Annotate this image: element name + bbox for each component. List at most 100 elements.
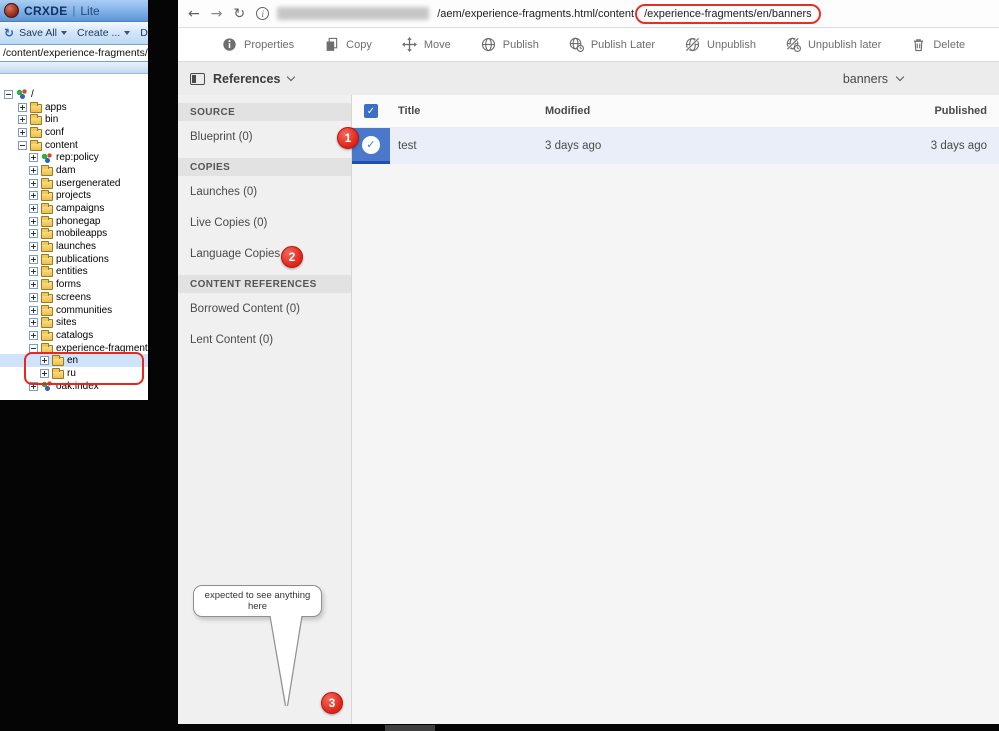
- tree-node-communities[interactable]: communities: [0, 304, 148, 317]
- copy-button[interactable]: Copy: [324, 37, 372, 52]
- expand-icon[interactable]: [18, 115, 27, 125]
- folder-icon: [41, 291, 53, 303]
- chevron-down-icon[interactable]: [287, 72, 296, 81]
- folder-icon: [41, 342, 53, 354]
- collapse-icon[interactable]: [4, 89, 13, 99]
- unpublish-later-button[interactable]: Unpublish later: [786, 37, 881, 52]
- cell-title: test: [398, 140, 417, 152]
- sidebar-item-blueprint[interactable]: Blueprint (0): [178, 121, 351, 152]
- collapse-icon[interactable]: [18, 140, 27, 150]
- tree-node-apps[interactable]: apps: [0, 101, 148, 114]
- address-bar[interactable]: i /aem/experience-fragments.html/content…: [256, 2, 989, 26]
- tree-node-bin[interactable]: bin: [0, 113, 148, 126]
- system-node-icon: [16, 89, 28, 100]
- expand-icon[interactable]: [29, 292, 38, 302]
- sidebar-item-borrowed-content[interactable]: Borrowed Content (0): [178, 293, 351, 324]
- expand-icon[interactable]: [29, 204, 38, 214]
- tree-node-label: conf: [45, 126, 64, 138]
- tree-node-content[interactable]: content: [0, 139, 148, 152]
- sidebar-item-language-copies[interactable]: Language Copies (0): [178, 238, 351, 269]
- cell-published: 3 days ago: [930, 140, 987, 152]
- folder-switcher-banners[interactable]: banners: [843, 62, 905, 95]
- table-row-test[interactable]: ✓ test 3 days ago 3 days ago: [352, 128, 999, 164]
- tree-node-label: /: [31, 88, 34, 100]
- tree-node-entities[interactable]: entities: [0, 266, 148, 279]
- expand-icon[interactable]: [40, 356, 49, 366]
- tree-node-mobileapps[interactable]: mobileapps: [0, 228, 148, 241]
- select-all-cell[interactable]: ✓: [352, 104, 390, 118]
- expand-icon[interactable]: [29, 267, 38, 277]
- expand-icon[interactable]: [29, 305, 38, 315]
- expand-icon[interactable]: [40, 368, 49, 378]
- tree-node-screens[interactable]: screens: [0, 291, 148, 304]
- expand-icon[interactable]: [29, 178, 38, 188]
- refresh-icon[interactable]: ↻: [4, 26, 14, 40]
- delete-button[interactable]: Delete: [911, 37, 965, 52]
- folder-icon: [30, 126, 42, 138]
- sidebar-item-live-copies[interactable]: Live Copies (0): [178, 207, 351, 238]
- tree-node-projects[interactable]: projects: [0, 190, 148, 203]
- reload-icon[interactable]: ↻: [233, 7, 245, 21]
- move-label: Move: [423, 38, 451, 51]
- trash-icon: [911, 37, 926, 52]
- globe-slash-icon: [685, 37, 700, 52]
- tree-node-conf[interactable]: conf: [0, 126, 148, 139]
- tree-node-campaigns[interactable]: campaigns: [0, 202, 148, 215]
- delete-label: Delete: [933, 38, 966, 51]
- save-all-button[interactable]: Save All: [19, 27, 68, 39]
- folder-icon: [41, 329, 53, 341]
- expand-icon[interactable]: [18, 102, 27, 112]
- tree-node-sites[interactable]: sites: [0, 316, 148, 329]
- delete-button[interactable]: Delete: [140, 27, 148, 39]
- tree-node-label: rep:policy: [56, 152, 99, 164]
- move-button[interactable]: Move: [401, 37, 451, 52]
- tree-node-label: entities: [56, 266, 88, 278]
- copy-icon: [324, 37, 339, 52]
- expand-icon[interactable]: [29, 191, 38, 201]
- create-label: Create ...: [77, 27, 121, 39]
- expand-icon[interactable]: [29, 381, 38, 391]
- tree-node-catalogs[interactable]: catalogs: [0, 329, 148, 342]
- expand-icon[interactable]: [18, 127, 27, 137]
- create-button[interactable]: Create ...: [77, 27, 131, 39]
- publish-button[interactable]: Publish: [481, 37, 539, 52]
- expand-icon[interactable]: [29, 153, 38, 163]
- back-icon[interactable]: ←: [188, 7, 200, 21]
- crxde-title: CRXDE: [24, 3, 68, 18]
- collapse-icon[interactable]: [29, 343, 38, 353]
- tree-node-label: mobileapps: [56, 228, 108, 240]
- tree-node-oak-index[interactable]: oak:index: [0, 380, 148, 393]
- sidebar-item-launches[interactable]: Launches (0): [178, 176, 351, 207]
- folder-icon: [41, 203, 53, 215]
- forward-icon[interactable]: →: [211, 7, 223, 21]
- expand-icon[interactable]: [29, 280, 38, 290]
- tree-node-launches[interactable]: launches: [0, 240, 148, 253]
- expand-icon[interactable]: [29, 242, 38, 252]
- system-node-icon: [41, 152, 53, 163]
- tree-node-publications[interactable]: publications: [0, 253, 148, 266]
- tree-node-dam[interactable]: dam: [0, 164, 148, 177]
- tree-node-root[interactable]: /: [0, 88, 148, 101]
- expand-icon[interactable]: [29, 165, 38, 175]
- tree-node-usergenerated[interactable]: usergenerated: [0, 177, 148, 190]
- select-all-checkbox-checked[interactable]: ✓: [364, 104, 378, 118]
- publish-later-button[interactable]: Publish Later: [569, 37, 655, 52]
- expand-icon[interactable]: [29, 254, 38, 264]
- crxde-path-input[interactable]: /content/experience-fragments/en: [0, 44, 148, 62]
- tree-node-rep-policy[interactable]: rep:policy: [0, 151, 148, 164]
- expand-icon[interactable]: [29, 318, 38, 328]
- expand-icon[interactable]: [29, 216, 38, 226]
- tree-node-experience-fragments[interactable]: experience-fragments: [0, 342, 148, 355]
- chevron-down-icon: [61, 31, 68, 35]
- tree-node-phonegap[interactable]: phonegap: [0, 215, 148, 228]
- expand-icon[interactable]: [29, 330, 38, 340]
- properties-button[interactable]: Properties: [222, 37, 294, 52]
- tree-node-ru[interactable]: ru: [0, 367, 148, 380]
- site-info-icon[interactable]: i: [256, 7, 270, 20]
- tree-node-en[interactable]: en: [0, 354, 148, 368]
- sidebar-item-lent-content[interactable]: Lent Content (0): [178, 324, 351, 355]
- unpublish-button[interactable]: Unpublish: [685, 37, 756, 52]
- tree-node-forms[interactable]: forms: [0, 278, 148, 291]
- references-dropdown-label: References: [213, 71, 281, 86]
- expand-icon[interactable]: [29, 229, 38, 239]
